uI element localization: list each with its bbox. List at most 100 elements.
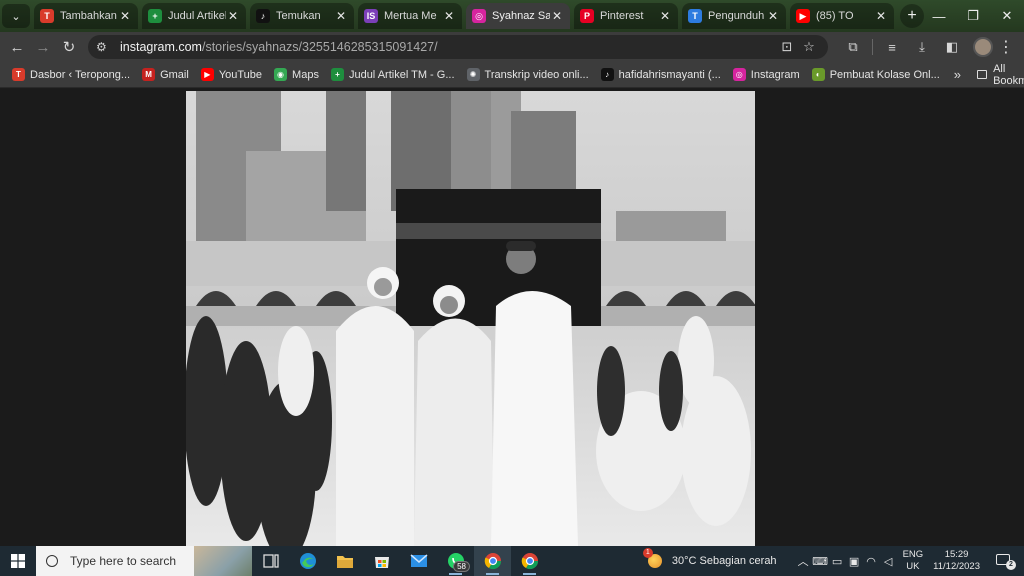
mail-app[interactable] — [400, 546, 437, 576]
clock[interactable]: 15:29 11/12/2023 — [933, 549, 980, 573]
extensions-icon[interactable]: ⧉ — [838, 39, 868, 55]
close-tab-icon[interactable]: ✕ — [118, 9, 132, 23]
browser-tab[interactable]: IS Mertua Me ✕ — [358, 3, 462, 29]
notification-center-button[interactable]: 2 — [994, 552, 1016, 570]
bookmark-label: hafidahrismayanti (... — [618, 68, 721, 81]
store-app[interactable] — [363, 546, 400, 576]
side-panel-icon[interactable]: ◧ — [937, 39, 967, 55]
toolbar-divider — [872, 39, 873, 55]
close-tab-icon[interactable]: ✕ — [550, 9, 564, 23]
star-icon[interactable]: ☆ — [798, 39, 820, 55]
tab-search-button[interactable]: ⌄ — [2, 4, 30, 28]
story-viewer — [0, 89, 1024, 546]
tab-title: Temukan — [276, 10, 321, 22]
bookmark-item[interactable]: ✺ Transkrip video onli... — [461, 64, 595, 86]
all-bookmarks-label: All Bookmarks — [993, 62, 1024, 87]
maps-favicon: ◉ — [274, 68, 288, 81]
language-indicator[interactable]: ENG UK — [903, 549, 924, 573]
whatsapp-app[interactable]: 58 — [437, 546, 474, 576]
battery-icon[interactable]: ▭ — [829, 555, 846, 568]
close-tab-icon[interactable]: ✕ — [766, 9, 780, 23]
taskbar-search[interactable]: Type here to search — [36, 546, 252, 576]
close-window-button[interactable]: ✕ — [990, 0, 1024, 32]
file-explorer-app[interactable] — [326, 546, 363, 576]
browser-tab[interactable]: + Judul Artikel ✕ — [142, 3, 246, 29]
edge-icon — [299, 553, 316, 569]
chrome-icon — [521, 553, 538, 570]
minimize-button[interactable]: — — [922, 0, 956, 32]
browser-tab[interactable]: ♪ Temukan ✕ — [250, 3, 354, 29]
plus-icon: + — [907, 7, 917, 24]
wifi-icon[interactable]: ◠ — [863, 555, 880, 568]
meet-now-icon[interactable]: ⌨ — [812, 555, 829, 568]
new-tab-button[interactable]: + — [900, 4, 924, 28]
arrow-right-icon: → — [35, 38, 51, 56]
start-button[interactable] — [0, 546, 36, 576]
tab-title: (85) TO — [816, 10, 854, 22]
forward-button[interactable]: → — [30, 34, 56, 60]
youtube-favicon: ▶ — [796, 9, 810, 23]
browser-tab[interactable]: T Tambahkan ✕ — [34, 3, 138, 29]
browser-tab[interactable]: P Pinterest ✕ — [574, 3, 678, 29]
weather-widget[interactable]: 30°C Sebagian cerah — [642, 548, 777, 568]
tab-title: Tambahkan — [60, 10, 117, 22]
windows-icon — [11, 554, 25, 568]
browser-tab[interactable]: T Pengunduh ✕ — [682, 3, 786, 29]
close-tab-icon[interactable]: ✕ — [334, 9, 348, 23]
browser-tab[interactable]: ◎ Syahnaz Sa ✕ — [466, 3, 570, 29]
download-icon[interactable]: ⤓ — [907, 39, 937, 55]
install-app-icon[interactable]: ⊡ — [776, 39, 798, 55]
bookmark-item[interactable]: M Gmail — [136, 64, 195, 86]
tiktok-favicon: ♪ — [600, 68, 614, 81]
bookmark-label: Instagram — [750, 68, 800, 81]
is-favicon: IS — [364, 9, 378, 23]
close-icon: ✕ — [1001, 8, 1013, 23]
display-icon[interactable]: ▣ — [846, 555, 863, 568]
chrome-profile-app[interactable] — [511, 546, 548, 576]
notification-count: 2 — [1006, 560, 1016, 570]
taskbar-search-placeholder: Type here to search — [70, 554, 177, 568]
task-view-button[interactable] — [252, 546, 289, 576]
all-bookmarks-button[interactable]: All Bookmarks — [976, 62, 1024, 87]
edge-app[interactable] — [289, 546, 326, 576]
story-photo[interactable] — [186, 91, 755, 546]
bookmark-item[interactable]: T Dasbor ‹ Teropong... — [6, 64, 136, 86]
site-info-icon[interactable]: ⚙ — [96, 40, 112, 54]
bookmark-item[interactable]: ▶ YouTube — [195, 64, 268, 86]
store-icon — [374, 557, 389, 568]
chrome-app[interactable] — [474, 546, 511, 576]
arrow-left-icon: ← — [9, 38, 25, 56]
bookmark-item[interactable]: ◎ Instagram — [727, 64, 806, 86]
clock-date: 11/12/2023 — [933, 561, 980, 572]
bookmark-item[interactable]: ◉ Maps — [268, 64, 325, 86]
youtube-favicon: ▶ — [200, 68, 214, 81]
pinterest-favicon: P — [580, 9, 594, 23]
close-tab-icon[interactable]: ✕ — [874, 9, 888, 23]
teropong-favicon: T — [40, 9, 54, 23]
media-queue-icon[interactable]: ≡ — [877, 40, 907, 55]
system-tray: 30°C Sebagian cerah ︿ ⌨ ▭ ▣ ◠ ◁ ENG UK 1… — [642, 546, 1024, 576]
chevron-double-right-icon[interactable]: » — [946, 67, 969, 82]
reload-button[interactable]: ↻ — [56, 34, 82, 60]
close-tab-icon[interactable]: ✕ — [442, 9, 456, 23]
tab-title: Pinterest — [600, 10, 644, 22]
tab-title: Judul Artikel — [168, 10, 226, 22]
teropong-favicon: T — [12, 68, 25, 81]
chevron-down-icon: ⌄ — [11, 10, 21, 23]
windows-taskbar: Type here to search 58 30°C Sebagian cer… — [0, 546, 1024, 576]
chevron-up-icon[interactable]: ︿ — [795, 553, 812, 569]
bookmark-label: Maps — [292, 68, 319, 81]
volume-icon[interactable]: ◁ — [880, 555, 897, 568]
browser-tab[interactable]: ▶ (85) TO ✕ — [790, 3, 894, 29]
search-highlight-image — [194, 546, 252, 576]
close-tab-icon[interactable]: ✕ — [226, 9, 240, 23]
bookmark-item[interactable]: + Judul Artikel TM - G... — [325, 64, 461, 86]
back-button[interactable]: ← — [4, 34, 30, 60]
menu-icon[interactable]: ⋮ — [993, 37, 1019, 57]
restore-button[interactable]: ❐ — [956, 0, 990, 32]
profile-avatar[interactable] — [973, 37, 993, 57]
address-bar[interactable]: ⚙ instagram.com/stories/syahnazs/3255146… — [88, 35, 828, 59]
bookmark-item[interactable]: ♪ hafidahrismayanti (... — [595, 64, 727, 86]
bookmark-item[interactable]: ◐ Pembuat Kolase Onl... — [806, 64, 946, 86]
close-tab-icon[interactable]: ✕ — [658, 9, 672, 23]
